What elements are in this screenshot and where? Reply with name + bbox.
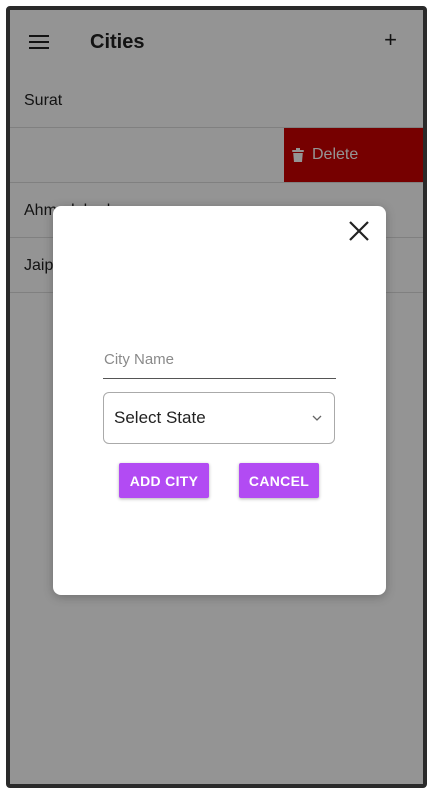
state-select-value: Select State <box>114 408 206 427</box>
add-city-button[interactable]: ADD CITY <box>119 463 209 498</box>
device-frame: Cities + Surat Delete Ahmedabad Jaipur <box>6 6 427 788</box>
add-city-dialog: Select State ADD CITY CANCEL <box>53 206 386 595</box>
close-icon[interactable] <box>348 220 370 242</box>
cancel-button[interactable]: CANCEL <box>239 463 319 498</box>
city-name-input[interactable] <box>103 347 336 379</box>
chevron-down-icon <box>312 415 322 421</box>
state-select[interactable]: Select State <box>103 392 335 444</box>
